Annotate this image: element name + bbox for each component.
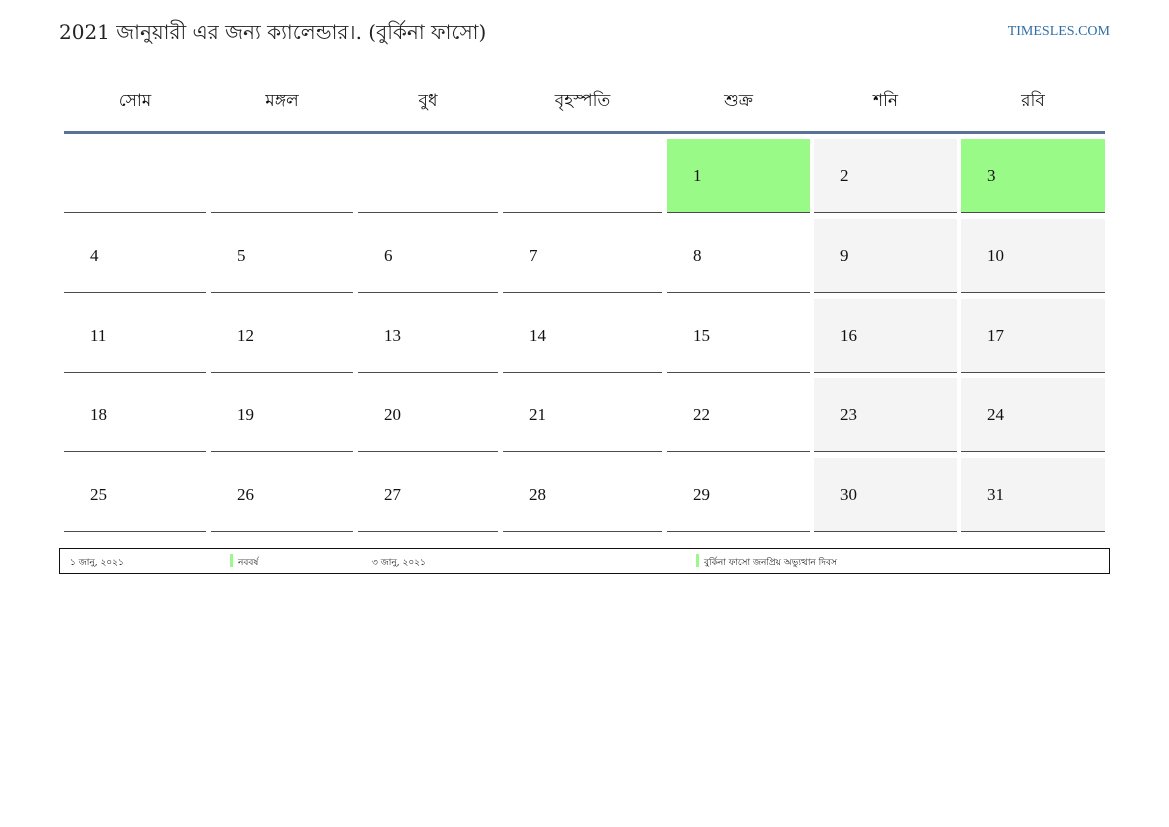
- day-cell[interactable]: 22: [667, 378, 810, 452]
- day-number: 6: [384, 246, 393, 265]
- weekday-thu: বৃহস্পতি: [554, 91, 611, 111]
- day-cell[interactable]: 4: [64, 219, 206, 293]
- day-number: 12: [237, 326, 254, 345]
- day-cell[interactable]: 27: [358, 458, 498, 532]
- day-cell[interactable]: 26: [211, 458, 353, 532]
- legend-date-1: ১ জানু, ২০২১: [70, 558, 124, 568]
- day-number: 29: [693, 485, 710, 504]
- weekday-fri: শুক্র: [724, 91, 753, 111]
- empty-day-cell: [211, 139, 353, 213]
- day-number: 1: [693, 166, 702, 185]
- legend-marker-2: [696, 554, 699, 567]
- day-cell[interactable]: 21: [503, 378, 662, 452]
- day-number: 25: [90, 485, 107, 504]
- day-cell[interactable]: 28: [503, 458, 662, 532]
- day-cell[interactable]: 19: [211, 378, 353, 452]
- weekday-sun: রবি: [1021, 91, 1045, 111]
- day-cell[interactable]: 16: [814, 299, 957, 373]
- day-number: 10: [987, 246, 1004, 265]
- day-cell[interactable]: 12: [211, 299, 353, 373]
- day-number: 19: [237, 405, 254, 424]
- day-number: 5: [237, 246, 246, 265]
- day-number: 17: [987, 326, 1004, 345]
- day-number: 21: [529, 405, 546, 424]
- weekday-mon: সোম: [118, 91, 152, 111]
- day-cell[interactable]: 7: [503, 219, 662, 293]
- day-number: 27: [384, 485, 401, 504]
- day-cell[interactable]: 15: [667, 299, 810, 373]
- day-cell[interactable]: 3: [961, 139, 1105, 213]
- day-number: 15: [693, 326, 710, 345]
- day-number: 14: [529, 326, 546, 345]
- day-cell[interactable]: 14: [503, 299, 662, 373]
- day-number: 4: [90, 246, 99, 265]
- legend-name-1: নববর্ষ: [238, 558, 259, 568]
- day-cell[interactable]: 24: [961, 378, 1105, 452]
- holiday-legend: ১ জানু, ২০২১ নববর্ষ ৩ জানু, ২০২১ বুর্কিন…: [59, 548, 1110, 574]
- day-number: 2: [840, 166, 849, 185]
- day-number: 11: [90, 326, 107, 345]
- day-number: 24: [987, 405, 1004, 424]
- day-cell[interactable]: 20: [358, 378, 498, 452]
- day-number: 28: [529, 485, 546, 504]
- day-cell[interactable]: 9: [814, 219, 957, 293]
- day-cell[interactable]: 5: [211, 219, 353, 293]
- day-cell[interactable]: 25: [64, 458, 206, 532]
- weekday-tue: মঙ্গল: [265, 91, 299, 111]
- day-cell[interactable]: 17: [961, 299, 1105, 373]
- day-number: 23: [840, 405, 857, 424]
- day-number: 13: [384, 326, 401, 345]
- day-cell[interactable]: 30: [814, 458, 957, 532]
- day-number: 20: [384, 405, 401, 424]
- weekday-header-row: সোম মঙ্গল বুধ বৃহস্পতি শুক্র শনি রবি: [64, 74, 1105, 122]
- day-number: 3: [987, 166, 996, 185]
- day-cell[interactable]: 13: [358, 299, 498, 373]
- day-cell[interactable]: 6: [358, 219, 498, 293]
- page-title: 2021 জানুয়ারী এর জন্য ক্যালেন্ডার।. (বু…: [59, 20, 487, 44]
- header-rule: [64, 131, 1105, 134]
- day-number: 16: [840, 326, 857, 345]
- day-cell[interactable]: 2: [814, 139, 957, 213]
- day-cell[interactable]: 29: [667, 458, 810, 532]
- day-number: 18: [90, 405, 107, 424]
- legend-name-2: বুর্কিনা ফাসো জনপ্রিয় অভ্যুত্থান দিবস: [704, 558, 837, 568]
- day-cell[interactable]: 10: [961, 219, 1105, 293]
- day-cell[interactable]: 31: [961, 458, 1105, 532]
- empty-day-cell: [358, 139, 498, 213]
- day-number: 26: [237, 485, 254, 504]
- day-cell[interactable]: 23: [814, 378, 957, 452]
- day-cell[interactable]: 18: [64, 378, 206, 452]
- legend-marker-1: [230, 554, 233, 567]
- site-link[interactable]: TIMESLES.COM: [1008, 24, 1110, 40]
- day-cell[interactable]: 11: [64, 299, 206, 373]
- day-number: 30: [840, 485, 857, 504]
- day-cell[interactable]: 8: [667, 219, 810, 293]
- legend-date-2: ৩ জানু, ২০২১: [372, 558, 426, 568]
- weekday-wed: বুধ: [418, 91, 438, 111]
- day-number: 7: [529, 246, 538, 265]
- empty-day-cell: [503, 139, 662, 213]
- empty-day-cell: [64, 139, 206, 213]
- day-number: 22: [693, 405, 710, 424]
- day-number: 8: [693, 246, 702, 265]
- weekday-sat: শনি: [872, 91, 899, 111]
- day-cell[interactable]: 1: [667, 139, 810, 213]
- day-number: 31: [987, 485, 1004, 504]
- day-number: 9: [840, 246, 849, 265]
